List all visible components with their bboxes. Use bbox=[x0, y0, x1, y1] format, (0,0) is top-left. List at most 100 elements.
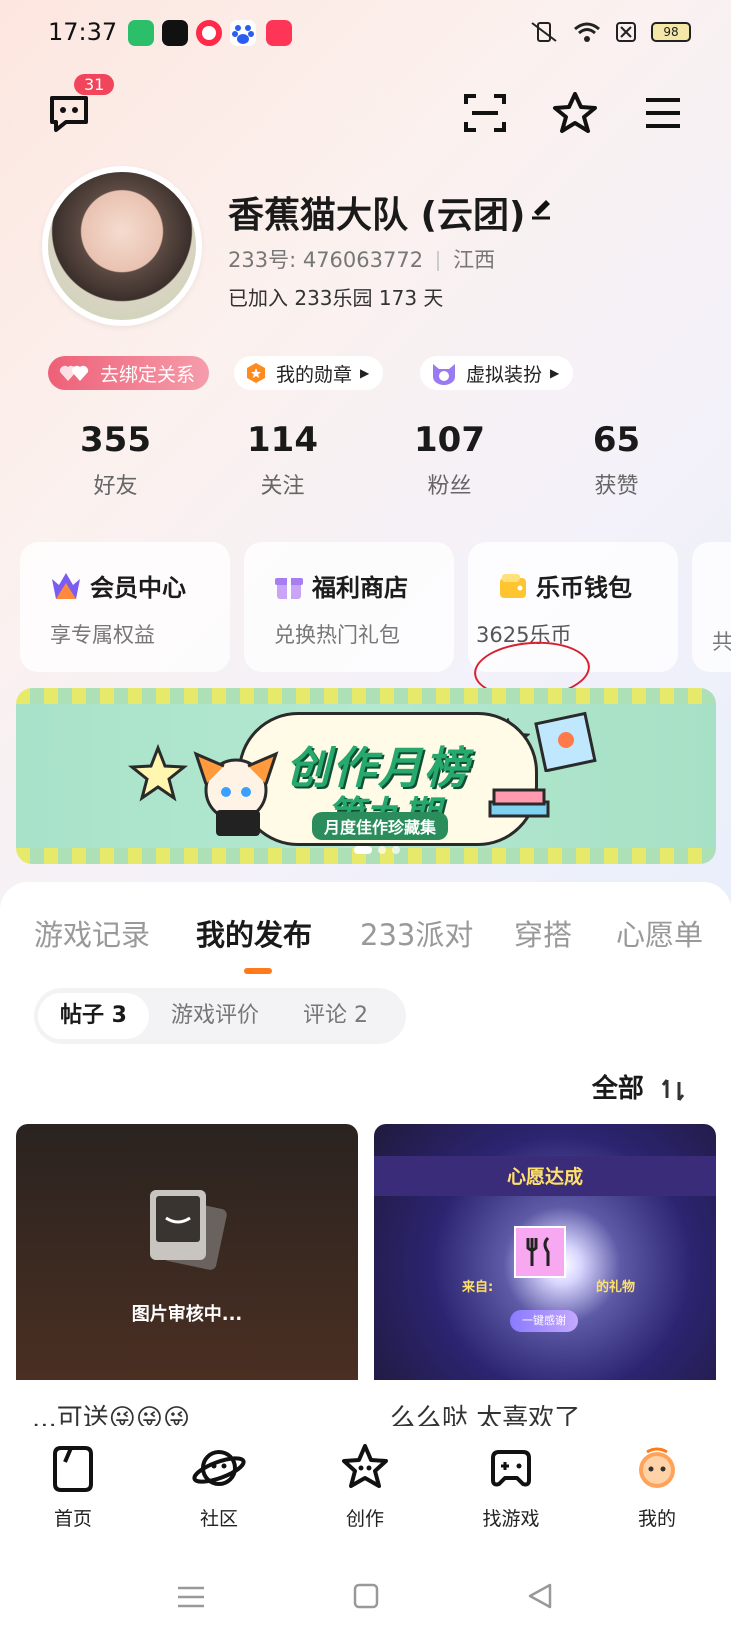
stat-label: 粉丝 bbox=[427, 474, 472, 499]
gamepad-icon bbox=[491, 1450, 531, 1487]
medals-chip[interactable]: 我的勋章 ▶ bbox=[234, 356, 384, 390]
star-icon bbox=[128, 744, 188, 802]
more-card[interactable]: 共 bbox=[692, 542, 731, 672]
user-region: 江西 bbox=[453, 248, 496, 272]
post-image: 图片审核中... bbox=[16, 1124, 358, 1380]
music-app-notification-icon bbox=[266, 20, 292, 46]
bind-relation-chip[interactable]: 去绑定关系 bbox=[48, 356, 210, 390]
scan-icon[interactable] bbox=[460, 88, 510, 138]
nav-community[interactable]: 社区 bbox=[146, 1426, 292, 1556]
stats-row: 355 好友 114 关注 107 粉丝 65 获赞 bbox=[0, 420, 731, 500]
nav-home[interactable]: 首页 bbox=[0, 1426, 146, 1556]
crown-icon bbox=[52, 572, 80, 599]
banner-pagination bbox=[354, 846, 400, 854]
home-button-icon[interactable] bbox=[352, 1582, 380, 1610]
nav-profile[interactable]: 我的 bbox=[584, 1426, 730, 1556]
card-title: 会员中心 bbox=[90, 574, 186, 602]
nav-label: 我的 bbox=[637, 1508, 676, 1530]
sticky-note-icon bbox=[534, 711, 597, 772]
home-icon bbox=[53, 1446, 93, 1492]
edit-icon[interactable] bbox=[528, 196, 554, 222]
gift-item-icon bbox=[514, 1226, 566, 1278]
gift-from-label: 来自: bbox=[462, 1280, 494, 1295]
feature-cards: 会员中心 享专属权益 福利商店 兑换热门礼包 乐币钱包 3625乐币 共 bbox=[20, 542, 731, 702]
tab-wishlist[interactable]: 心愿单 bbox=[616, 912, 703, 954]
chip-label: 虚拟装扮 bbox=[466, 363, 543, 386]
nav-label: 创作 bbox=[345, 1508, 384, 1530]
sort-button[interactable]: 全部 bbox=[592, 1068, 687, 1105]
profile-face-icon bbox=[639, 1447, 675, 1488]
chevron-right-icon: ▶ bbox=[550, 366, 560, 380]
stat-following[interactable]: 114 关注 bbox=[199, 420, 366, 500]
music-notification-icon bbox=[196, 20, 222, 46]
tab-my-posts[interactable]: 我的发布 bbox=[196, 912, 312, 954]
chip-label: 去绑定关系 bbox=[100, 363, 196, 386]
stat-value: 355 bbox=[80, 420, 151, 460]
card-subtitle: 享专属权益 bbox=[50, 623, 155, 647]
welfare-shop-card[interactable]: 福利商店 兑换热门礼包 bbox=[244, 542, 454, 672]
back-icon[interactable] bbox=[526, 1582, 554, 1610]
stat-friends[interactable]: 355 好友 bbox=[32, 420, 199, 500]
dress-up-star-icon[interactable] bbox=[550, 88, 600, 138]
recent-apps-icon[interactable] bbox=[176, 1584, 206, 1610]
wallet-icon bbox=[500, 573, 526, 598]
post-card[interactable]: 心愿达成 来自: 的礼物 一键感谢 么么哒 太喜欢了 bbox=[374, 1124, 716, 1444]
battery-icon: 98 bbox=[651, 22, 691, 42]
content-panel: 游戏记录 我的发布 233派对 穿搭 心愿单 帖子 3 游戏评价 评论 2 全部… bbox=[0, 882, 731, 1444]
status-bar: 17:37 98 bbox=[0, 0, 731, 66]
post-card[interactable]: 图片审核中... ...可送😜😜😜 bbox=[16, 1124, 358, 1444]
vip-center-card[interactable]: 会员中心 享专属权益 bbox=[20, 542, 230, 672]
stat-fans[interactable]: 107 粉丝 bbox=[366, 420, 533, 500]
system-nav-bar bbox=[0, 1556, 731, 1634]
gift-icon bbox=[275, 577, 303, 599]
tiktok-notification-icon bbox=[162, 20, 188, 46]
message-icon[interactable] bbox=[44, 88, 94, 138]
image-review-label: 图片审核中... bbox=[131, 1304, 243, 1325]
join-days: 已加入 233乐园 173 天 bbox=[228, 286, 444, 310]
tab-outfits[interactable]: 穿搭 bbox=[514, 912, 572, 954]
subtab-game-reviews[interactable]: 游戏评价 bbox=[149, 993, 281, 1039]
planet-icon bbox=[192, 1450, 246, 1486]
stat-label: 关注 bbox=[260, 474, 305, 499]
stat-label: 好友 bbox=[93, 474, 138, 499]
coin-balance: 3625乐币 bbox=[476, 623, 572, 647]
banner-tagline: 月度佳作珍藏集 bbox=[312, 812, 449, 840]
tab-game-records[interactable]: 游戏记录 bbox=[34, 912, 150, 954]
avatar[interactable] bbox=[42, 166, 202, 326]
chip-label: 我的勋章 bbox=[276, 363, 353, 386]
subtab-comments[interactable]: 评论 2 bbox=[281, 993, 390, 1039]
sort-icon bbox=[661, 1078, 685, 1101]
tab-233-party[interactable]: 233派对 bbox=[360, 912, 473, 954]
stat-value: 107 bbox=[414, 420, 485, 460]
stat-label: 获赞 bbox=[594, 474, 639, 499]
status-indicators: 98 bbox=[529, 20, 691, 44]
status-time: 17:37 bbox=[48, 18, 118, 46]
wish-title: 心愿达成 bbox=[506, 1166, 583, 1188]
menu-icon[interactable] bbox=[638, 88, 688, 138]
sort-label: 全部 bbox=[591, 1074, 644, 1104]
subtab-posts[interactable]: 帖子 3 bbox=[38, 993, 149, 1039]
stat-likes[interactable]: 65 获赞 bbox=[533, 420, 700, 500]
nav-label: 找游戏 bbox=[482, 1508, 540, 1530]
thanks-button: 一键感谢 bbox=[510, 1310, 578, 1332]
promo-banner[interactable]: 创作月榜 第九期 月度佳作珍藏集 bbox=[16, 688, 716, 864]
nav-find-games[interactable]: 找游戏 bbox=[438, 1426, 584, 1556]
nav-label: 首页 bbox=[53, 1508, 92, 1530]
mute-vibrate-icon bbox=[531, 22, 557, 42]
cat-mask-icon bbox=[433, 364, 455, 385]
page-dot bbox=[378, 846, 386, 854]
message-badge: 31 bbox=[74, 74, 115, 95]
wifi-icon bbox=[574, 22, 600, 42]
card-title: 福利商店 bbox=[312, 574, 408, 602]
wallet-card[interactable]: 乐币钱包 3625乐币 bbox=[468, 542, 678, 702]
avatar-image bbox=[48, 172, 196, 320]
gift-label: 的礼物 bbox=[596, 1280, 636, 1295]
medal-icon bbox=[247, 363, 265, 383]
card-subtitle: 共 bbox=[712, 630, 731, 654]
post-image: 心愿达成 来自: 的礼物 一键感谢 bbox=[374, 1124, 716, 1380]
hearts-icon bbox=[59, 365, 89, 381]
nav-create[interactable]: 创作 bbox=[292, 1426, 438, 1556]
user-id: 233号: 476063772 bbox=[228, 248, 424, 272]
tab-indicator bbox=[244, 968, 272, 974]
avatar-dressup-chip[interactable]: 虚拟装扮 ▶ bbox=[420, 356, 574, 390]
